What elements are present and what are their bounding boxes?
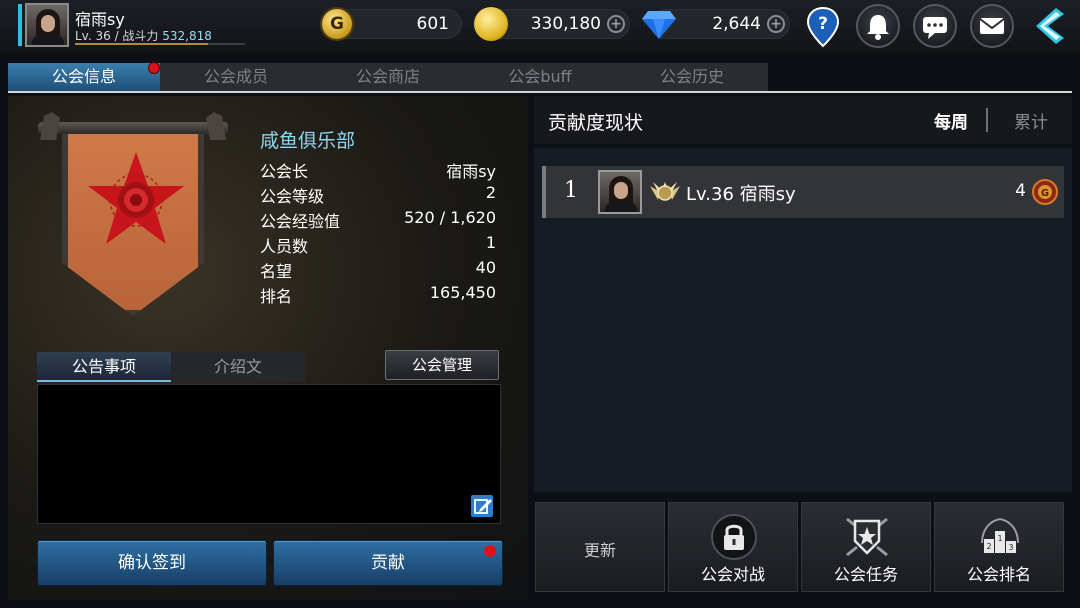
member-name: Lv.36 宿雨sy <box>686 184 796 205</box>
lock-icon <box>711 514 757 560</box>
refresh-button[interactable]: 更新 <box>535 502 665 592</box>
gem-add-icon[interactable]: + <box>767 15 785 33</box>
filter-cumulative[interactable]: 累计 <box>1014 108 1048 133</box>
tab-guild-history[interactable]: 公会历史 <box>616 63 768 91</box>
tab-notice[interactable]: 公告事项 <box>37 352 171 382</box>
tab-guild-members[interactable]: 公会成员 <box>160 63 312 91</box>
podium-icon: 2 1 3 <box>981 517 1019 553</box>
guild-banner-rod <box>38 122 228 134</box>
info-key: 名望 <box>260 262 293 281</box>
info-value: 165,450 <box>429 283 496 302</box>
winged-rank-emblem-icon <box>650 182 680 201</box>
guild-ranking-label: 公会排名 <box>966 565 1031 584</box>
gold-coin-icon <box>474 7 508 41</box>
guild-info-panel: 咸鱼俱乐部 公会长 宿雨sy 公会等级 2 公会经验值 520 / 1,620 … <box>8 96 528 600</box>
contribute-button[interactable]: 贡献 <box>273 540 503 586</box>
svg-text:3: 3 <box>1008 543 1013 552</box>
guild-info-row: 公会经验值 520 / 1,620 <box>260 208 496 231</box>
guild-info-row: 公会长 宿雨sy <box>260 158 496 181</box>
guild-info-row: 名望 40 <box>260 258 496 281</box>
info-value: 2 <box>485 183 496 202</box>
info-key: 人员数 <box>260 237 309 256</box>
banner-ornament-right-icon <box>206 112 226 140</box>
mail-button[interactable] <box>970 4 1014 48</box>
tab-guild-buff[interactable]: 公会buff <box>464 63 616 91</box>
chat-icon <box>923 17 947 39</box>
banner-ornament-left-icon <box>40 112 60 140</box>
profile-accent-bar <box>18 4 22 46</box>
guild-info-row: 公会等级 2 <box>260 183 496 206</box>
gold-amount: 601 <box>416 14 449 34</box>
gem-amount: 2,644 <box>712 14 761 34</box>
tab-guild-info[interactable]: 公会信息 <box>8 62 160 91</box>
notice-content-box <box>37 384 501 524</box>
contribution-list: 1 Lv.36 宿雨sy 4 G <box>534 148 1072 492</box>
chat-button[interactable] <box>913 4 957 48</box>
contribution-row[interactable]: 1 Lv.36 宿雨sy 4 G <box>542 166 1064 218</box>
info-value: 520 / 1,620 <box>404 208 496 227</box>
filter-divider <box>986 108 988 132</box>
guild-name: 咸鱼俱乐部 <box>260 130 356 152</box>
gold-g-icon: G <box>320 7 354 41</box>
guild-battle-button[interactable]: 公会对战 <box>668 502 798 592</box>
tab-guild-shop[interactable]: 公会商店 <box>312 63 464 91</box>
info-value: 1 <box>485 233 496 252</box>
edit-icon[interactable] <box>470 494 494 518</box>
svg-text:G: G <box>1041 188 1049 199</box>
guild-coin-icon: G <box>1032 179 1058 205</box>
guild-manage-button[interactable]: 公会管理 <box>385 350 499 380</box>
help-icon[interactable]: ? <box>806 6 840 48</box>
info-value: 宿雨sy <box>446 162 496 181</box>
row-accent <box>542 166 546 218</box>
mission-shield-icon <box>846 517 888 557</box>
guild-banner <box>38 112 228 318</box>
contribution-score: 4 <box>1015 181 1026 201</box>
top-bar: 宿雨sy Lv. 36 / 战斗力 532,818 601 G 330,180 … <box>0 0 1080 52</box>
player-xp-fill <box>75 43 208 45</box>
tab-underline <box>8 91 1072 93</box>
notification-badge <box>484 545 496 557</box>
info-value: 40 <box>475 258 496 277</box>
svg-text:?: ? <box>818 14 828 34</box>
star-rose-emblem-icon <box>88 152 184 244</box>
svg-text:1: 1 <box>997 534 1002 543</box>
info-key: 排名 <box>260 287 293 306</box>
notification-button[interactable] <box>856 4 900 48</box>
info-key: 公会经验值 <box>260 212 341 231</box>
rank-number: 1 <box>564 178 578 203</box>
player-xp-bar <box>75 43 245 45</box>
contribution-header: 贡献度现状 每周 累计 <box>534 96 1072 144</box>
member-avatar <box>598 170 642 214</box>
mail-icon <box>979 18 1005 34</box>
notice-tabs: 公告事项 介绍文 <box>37 352 305 382</box>
svg-text:2: 2 <box>986 542 991 551</box>
bell-icon <box>867 15 889 40</box>
coin-amount: 330,180 <box>530 14 601 34</box>
guild-info-row: 排名 165,450 <box>260 283 496 306</box>
info-key: 公会长 <box>260 162 309 181</box>
coin-add-icon[interactable]: + <box>607 15 625 33</box>
info-key: 公会等级 <box>260 187 325 206</box>
player-avatar[interactable] <box>25 3 69 47</box>
guild-tabs: 公会信息 公会成员 公会商店 公会buff 公会历史 <box>8 62 768 91</box>
contribution-title: 贡献度现状 <box>548 112 644 134</box>
guild-battle-label: 公会对战 <box>700 565 765 584</box>
tab-introduction[interactable]: 介绍文 <box>171 352 305 382</box>
guild-ranking-button[interactable]: 2 1 3 公会排名 <box>934 502 1064 592</box>
guild-info-row: 人员数 1 <box>260 233 496 256</box>
player-level-power: Lv. 36 / 战斗力 532,818 <box>75 29 212 43</box>
back-arrow-icon[interactable] <box>1030 6 1070 46</box>
player-power: 532,818 <box>162 29 212 43</box>
notification-badge <box>148 62 160 74</box>
refresh-label: 更新 <box>583 541 616 560</box>
guild-mission-label: 公会任务 <box>833 565 898 584</box>
blue-gem-icon <box>642 11 676 39</box>
filter-weekly[interactable]: 每周 <box>934 108 968 133</box>
guild-mission-button[interactable]: 公会任务 <box>801 502 931 592</box>
checkin-button[interactable]: 确认签到 <box>37 540 267 586</box>
